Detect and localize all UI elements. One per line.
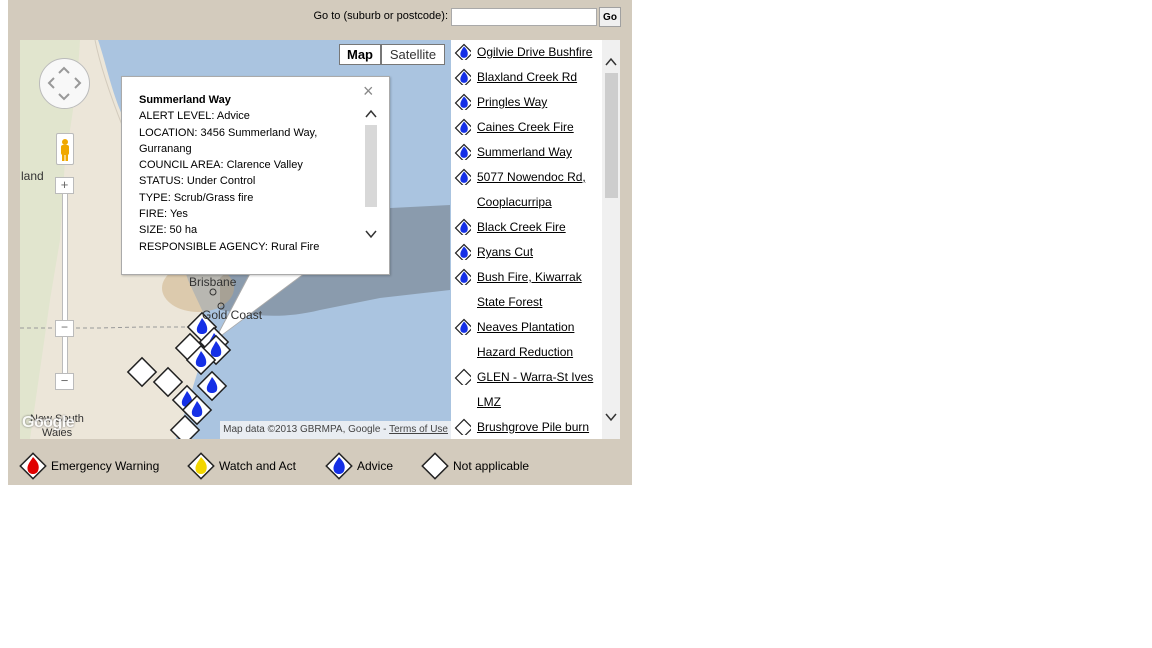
emergency-warning-icon <box>19 452 47 480</box>
map-attribution: Map data ©2013 GBRMPA, Google - Terms of… <box>220 421 451 439</box>
pan-arrows-icon <box>47 66 82 101</box>
not-applicable-icon <box>454 418 471 435</box>
attribution-text: Map data ©2013 GBRMPA, Google - <box>223 424 387 435</box>
incident-link[interactable]: GLEN - Warra-St Ives LMZ <box>477 365 603 415</box>
popup-line: COUNCIL AREA: Clarence Valley <box>139 159 303 172</box>
advice-icon <box>454 143 471 160</box>
incident-link[interactable]: Summerland Way <box>477 140 572 165</box>
incident-link[interactable]: Neaves Plantation Hazard Reduction <box>477 315 603 365</box>
incident-link[interactable]: Black Creek Fire <box>477 215 566 240</box>
incident-link[interactable]: 5077 Nowendoc Rd, Cooplacurripa <box>477 165 603 215</box>
minus-icon: − <box>60 373 69 388</box>
legend-label: Not applicable <box>453 459 530 473</box>
incident-link[interactable]: Caines Creek Fire <box>477 115 574 140</box>
popup-line: FIRE: Yes <box>139 208 188 221</box>
legend-label: Advice <box>357 459 394 473</box>
incident-list: Ogilvie Drive Bushfire Blaxland Creek Rd P… <box>451 40 620 439</box>
popup-content: Summerland Way ALERT LEVEL: Advice LOCAT… <box>139 92 349 255</box>
popup-line: TYPE: Scrub/Grass fire <box>139 191 254 204</box>
incident-link[interactable]: Blaxland Creek Rd <box>477 65 577 90</box>
legend: Emergency Warning Watch and Act Advice N… <box>8 450 632 482</box>
fire-map-widget: Go to (suburb or postcode): Go Brisbane … <box>8 0 632 485</box>
plus-icon: + <box>60 177 69 192</box>
marker-not-applicable <box>126 356 158 388</box>
incident-link[interactable]: Brushgrove Pile burn <box>477 415 589 439</box>
go-button[interactable]: Go <box>599 7 621 27</box>
popup-line: STATUS: Under Control <box>139 175 256 188</box>
goto-label: Go to (suburb or postcode): <box>313 10 448 22</box>
popup-line: LOCATION: 3456 Summerland Way, Gurranang <box>139 126 318 155</box>
advice-icon <box>454 318 471 335</box>
legend-label: Watch and Act <box>219 459 296 473</box>
marker-not-applicable <box>152 366 184 398</box>
zoom-out-button[interactable]: − <box>55 373 74 390</box>
advice-icon <box>454 243 471 260</box>
zoom-in-button[interactable]: + <box>55 177 74 194</box>
popup-close-icon[interactable]: × <box>363 82 374 100</box>
list-scroll-thumb[interactable] <box>605 73 618 198</box>
map-label-gold-coast: Gold Coast <box>202 308 263 322</box>
street-view-pegman[interactable] <box>56 133 74 165</box>
map-label-island: land <box>21 169 44 183</box>
popup-scroll-thumb[interactable] <box>365 125 377 207</box>
advice-icon <box>454 43 471 60</box>
popup-scrollbar[interactable] <box>363 103 379 255</box>
incident-link[interactable]: Bush Fire, Kiwarrak State Forest <box>477 265 603 315</box>
not-applicable-icon <box>454 368 471 385</box>
map-label-brisbane: Brisbane <box>189 275 237 289</box>
goto-bar: Go to (suburb or postcode): Go <box>8 0 632 34</box>
advice-icon <box>454 118 471 135</box>
incident-list-scrollbar[interactable] <box>602 40 620 439</box>
google-logo: Google <box>22 414 75 431</box>
advice-icon <box>454 218 471 235</box>
popup-line: SIZE: 50 ha <box>139 224 198 237</box>
terms-of-use-link[interactable]: Terms of Use <box>389 424 448 435</box>
watch-and-act-icon <box>187 452 215 480</box>
map-type-map-button[interactable]: Map <box>339 44 381 65</box>
advice-icon <box>325 452 353 480</box>
advice-icon <box>454 268 471 285</box>
pan-control[interactable] <box>39 58 90 109</box>
advice-icon <box>454 68 471 85</box>
marker-advice <box>196 370 228 402</box>
pegman-icon <box>61 139 69 161</box>
legend-label: Emergency Warning <box>51 459 160 473</box>
minus-icon: − <box>60 320 68 334</box>
incident-link[interactable]: Ogilvie Drive Bushfire <box>477 40 592 65</box>
zoom-slider-track[interactable] <box>62 182 68 384</box>
zoom-slider-handle[interactable]: − <box>55 320 74 337</box>
map-type-satellite-button[interactable]: Satellite <box>381 44 445 65</box>
popup-line: ALERT LEVEL: Advice <box>139 110 250 123</box>
popup-line: RESPONSIBLE AGENCY: Rural Fire <box>139 240 320 253</box>
not-applicable-icon <box>421 452 449 480</box>
suburb-postcode-input[interactable] <box>451 8 597 26</box>
advice-icon <box>454 93 471 110</box>
popup-title: Summerland Way <box>139 94 231 106</box>
advice-icon <box>454 168 471 185</box>
incident-link[interactable]: Pringles Way <box>477 90 547 115</box>
incident-link[interactable]: Ryans Cut <box>477 240 533 265</box>
